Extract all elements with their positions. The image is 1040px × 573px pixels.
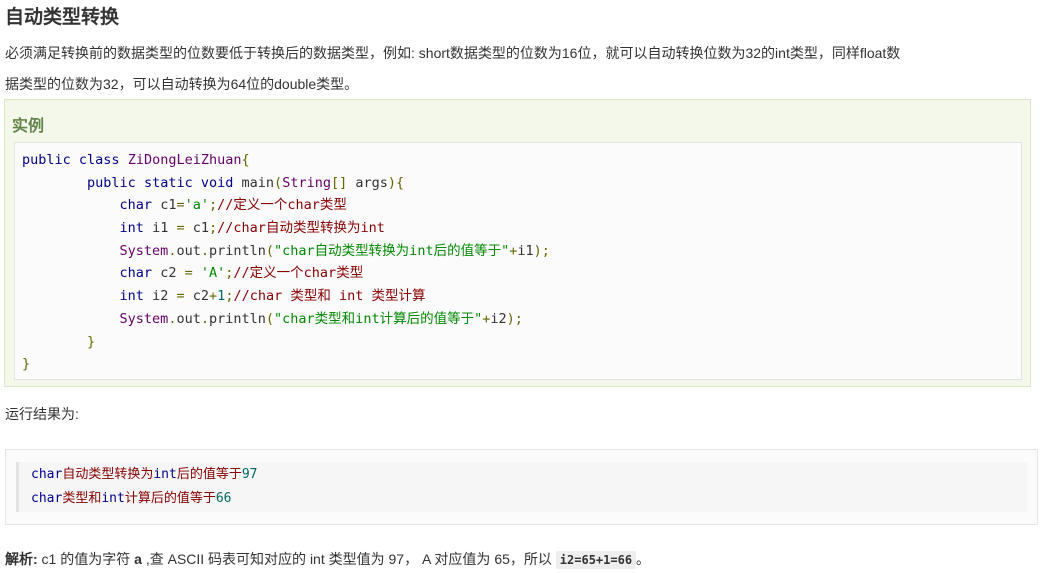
output-token: 97 (241, 467, 258, 482)
code-token: { (241, 152, 250, 168)
code-token: char (119, 197, 153, 214)
description-line-1: 必须满足转换前的数据类型的位数要低于转换后的数据类型，例如: short数据类型… (5, 45, 901, 61)
code-token: } (87, 333, 96, 350)
output-token: int (153, 467, 177, 482)
analysis-paragraph: 解析: c1 的值为字符 a ,查 ASCII 码表可知对应的 int 类型值为… (5, 549, 650, 569)
output-token: 后的值等于 (176, 467, 242, 482)
run-result-label: 运行结果为: (5, 406, 79, 422)
code-token: class (78, 152, 120, 168)
description-line-2: 据类型的位数为32，可以自动转换为64位的double类型。 (5, 76, 359, 92)
code-token: public (22, 152, 71, 168)
code-token: void (200, 174, 234, 191)
example-title: 实例 (12, 118, 45, 135)
analysis-label: 解析: (5, 551, 38, 567)
code-token: + (209, 288, 218, 305)
analysis-text: ,查 ASCII 码表可知对应的 int 类型值为 97， A 对应值为 65，… (141, 551, 556, 567)
code-token: public (87, 174, 136, 191)
code-token: ( (265, 242, 275, 259)
code-token: = (184, 265, 193, 282)
code-token: } (22, 356, 31, 373)
code-token: ); (533, 242, 550, 259)
code-token: ( (274, 174, 283, 191)
code-line: } (22, 331, 1021, 354)
page-title: 自动类型转换 (5, 7, 120, 28)
output-line: char类型和int计算后的值等于66 (31, 487, 1027, 511)
code-token: System (119, 242, 169, 259)
code-token: String (282, 174, 331, 191)
code-token: c1 (192, 220, 210, 237)
description-paragraph: 必须满足转换前的数据类型的位数要低于转换后的数据类型，例如: short数据类型… (5, 38, 1037, 100)
code-token: ; (209, 197, 218, 214)
code-token: ( (265, 310, 275, 327)
code-token: ; (209, 220, 218, 237)
code-token: char (119, 265, 153, 282)
code-token: ZiDongLeiZhuan (127, 152, 242, 168)
code-line: public class ZiDongLeiZhuan{ (22, 149, 1021, 172)
output-token: char (31, 467, 63, 482)
analysis-inline-code: i2=65+1=66 (555, 551, 637, 569)
output-token: 计算后的值等于 (124, 491, 216, 506)
code-token: println (209, 310, 266, 327)
code-token: "char类型和int计算后的值等于" (274, 310, 483, 327)
code-token: . (200, 242, 209, 259)
output-block[interactable]: char自动类型转换为int后的值等于97 char类型和int计算后的值等于6… (16, 462, 1027, 512)
code-token: System (119, 310, 169, 327)
code-token: println (209, 242, 266, 259)
code-token: static (143, 174, 193, 191)
code-token: [] (330, 174, 348, 191)
code-token: int (119, 220, 144, 237)
code-line: System.out.println("char类型和int计算后的值等于"+i… (22, 308, 1021, 331)
analysis-text: 。 (636, 551, 651, 567)
output-box: char自动类型转换为int后的值等于97 char类型和int计算后的值等于6… (5, 449, 1038, 525)
code-line: } (22, 353, 1021, 376)
output-token: 66 (215, 491, 232, 506)
analysis-text: c1 的值为字符 (37, 551, 135, 567)
code-line: public static void main(String[] args){ (22, 172, 1021, 195)
code-token: //char自动类型转换为int (217, 220, 385, 237)
output-token: 自动类型转换为 (62, 467, 154, 482)
code-token: out (176, 310, 201, 327)
code-token: main (241, 174, 275, 191)
code-token: ){ (387, 174, 405, 191)
code-line: int i2 = c2+1;//char 类型和 int 类型计算 (22, 285, 1021, 308)
code-token: out (176, 242, 201, 259)
code-token: int (119, 288, 144, 305)
code-token: i2 (152, 288, 169, 305)
output-line: char自动类型转换为int后的值等于97 (31, 463, 1027, 487)
code-token: i2 (490, 310, 507, 327)
code-token: args (355, 174, 388, 191)
analysis-char: a (134, 551, 142, 567)
code-token: c2 (160, 265, 177, 282)
code-line: System.out.println("char自动类型转换为int后的值等于"… (22, 240, 1021, 263)
code-token: . (200, 310, 209, 327)
code-token: //定义一个char类型 (217, 197, 347, 214)
code-token: c2 (192, 288, 210, 305)
output-token: int (101, 491, 125, 506)
code-token: i1 (517, 242, 534, 259)
code-block[interactable]: public class ZiDongLeiZhuan{ public stat… (14, 142, 1022, 380)
code-token: 'A' (200, 265, 226, 282)
code-token: 'a' (184, 197, 209, 214)
output-token: 类型和 (62, 491, 102, 506)
code-token: = (176, 220, 185, 237)
code-token: = (176, 197, 185, 214)
code-token: //char 类型和 int 类型计算 (233, 288, 426, 305)
code-token: i1 (152, 220, 169, 237)
code-token: = (176, 288, 185, 305)
code-line: char c1='a';//定义一个char类型 (22, 194, 1021, 217)
code-line: char c2 = 'A';//定义一个char类型 (22, 262, 1021, 285)
output-token: char (31, 491, 63, 506)
code-token: c1 (160, 197, 177, 214)
code-token: ); (506, 310, 523, 327)
code-line: int i1 = c1;//char自动类型转换为int (22, 217, 1021, 240)
code-token: "char自动类型转换为int后的值等于" (274, 242, 510, 259)
example-box: 实例 public class ZiDongLeiZhuan{ public s… (4, 99, 1031, 387)
code-token: //定义一个char类型 (233, 265, 364, 282)
